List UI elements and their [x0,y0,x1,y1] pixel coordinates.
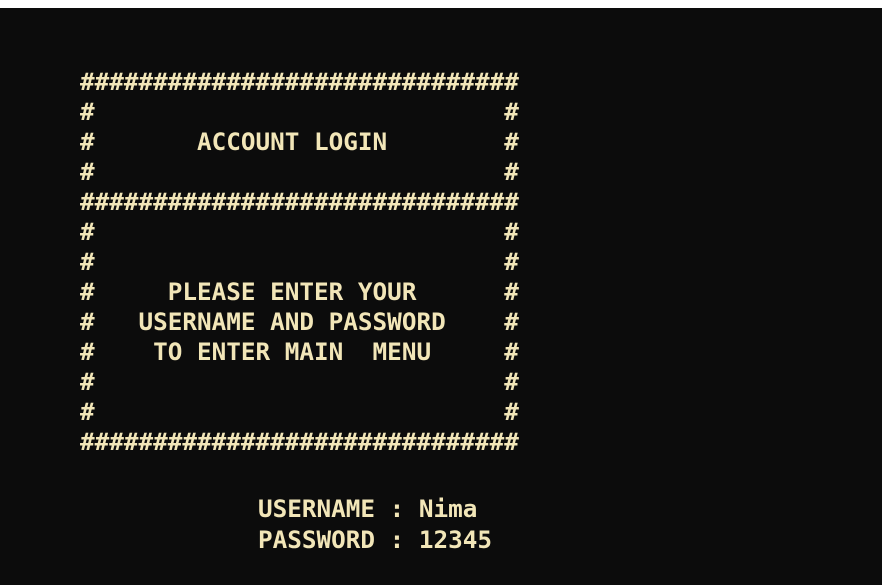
border-top: ############################## [80,67,519,96]
username-row: USERNAME : Nima [258,494,478,523]
instruction-line-2: # USERNAME AND PASSWORD # [80,307,519,336]
border-row: # # [80,157,519,186]
console-window: ############################## # # # ACC… [0,8,882,585]
instruction-line-1: # PLEASE ENTER YOUR # [80,277,519,306]
border-row: # # [80,367,519,396]
border-row: # # [80,97,519,126]
password-label: PASSWORD [258,525,376,554]
border-row: # # [80,397,519,426]
border-row: # # [80,217,519,246]
border-row: # # [80,247,519,276]
login-title: # ACCOUNT LOGIN # [80,127,519,156]
username-label: USERNAME [258,494,376,523]
border-bottom: ############################## [80,427,519,456]
instruction-line-3: # TO ENTER MAIN MENU # [80,337,519,366]
password-row: PASSWORD : 12345 [258,525,493,554]
username-input[interactable]: Nima [419,494,478,523]
password-input[interactable]: 12345 [419,525,492,554]
border-divider: ############################## [80,187,519,216]
